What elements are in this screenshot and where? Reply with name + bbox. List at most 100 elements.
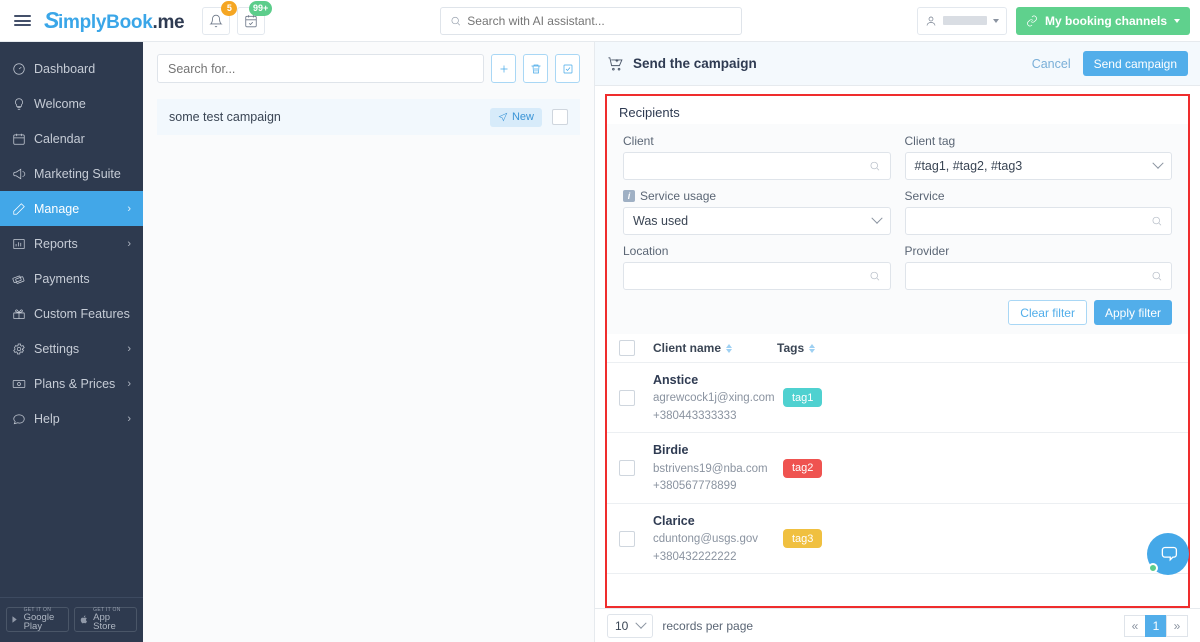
campaign-search-field[interactable] (168, 61, 473, 76)
filter-row-1: Client Client tag #tag1, #tag2, #tag3 (623, 134, 1172, 189)
delete-campaign-button[interactable] (523, 54, 548, 83)
calendar-icon (12, 132, 34, 146)
sidebar-label: Plans & Prices (34, 376, 116, 391)
sidebar-nav: Dashboard Welcome Calendar Marketing Sui… (0, 42, 143, 597)
bar-chart-icon (12, 237, 34, 251)
chat-widget-button[interactable] (1147, 533, 1189, 575)
service-usage-label-text: Service usage (640, 189, 717, 203)
logo-imply: imply (58, 12, 107, 33)
send-campaign-panel: Send the campaign Cancel Send campaign R… (595, 42, 1200, 642)
service-usage-select[interactable]: Was used (623, 207, 891, 235)
search-icon (451, 16, 461, 26)
sidebar-item-plans-prices[interactable]: Plans & Prices › (0, 366, 143, 401)
client-input[interactable] (623, 152, 891, 180)
hamburger-icon[interactable] (0, 13, 44, 29)
service-input[interactable] (904, 207, 1172, 235)
column-client-name-label: Client name (653, 341, 722, 355)
badge-store-name: App Store (93, 611, 116, 632)
logo[interactable]: Simply Book .me (44, 7, 185, 34)
sidebar-label: Settings (34, 341, 80, 356)
sidebar-item-manage[interactable]: Manage › (0, 191, 143, 226)
status-badge-label: New (511, 111, 534, 123)
chevron-down-icon (1152, 157, 1164, 169)
campaign-search-input[interactable] (157, 54, 484, 83)
table-row[interactable]: Clarice cduntong@usgs.gov +380432222222 … (607, 504, 1188, 575)
client-field[interactable] (633, 159, 870, 173)
row-checkbox[interactable] (619, 460, 635, 477)
bell-icon[interactable]: 5 (202, 0, 238, 35)
sort-icon[interactable] (809, 343, 816, 353)
add-campaign-button[interactable] (491, 54, 516, 83)
filter-row-2: i Service usage Was used Service (623, 189, 1172, 244)
cancel-button[interactable]: Cancel (1032, 57, 1071, 71)
sidebar-item-calendar[interactable]: Calendar (0, 121, 143, 156)
sidebar-item-marketing-suite[interactable]: Marketing Suite (0, 156, 143, 191)
sidebar-item-settings[interactable]: Settings › (0, 331, 143, 366)
records-per-page-select[interactable]: 10 (607, 613, 654, 638)
client-email: bstrivens19@nba.com (653, 462, 768, 475)
chevron-right-icon: › (127, 412, 131, 425)
table-row[interactable]: Anstice agrewcock1j@xing.com +3804433333… (607, 363, 1188, 434)
clear-filter-button[interactable]: Clear filter (1008, 300, 1087, 325)
table-row[interactable]: Birdie bstrivens19@nba.com +380567778899… (607, 433, 1188, 504)
app-store-badges: GET IT ON Google Play GET IT ON App Stor… (0, 597, 143, 642)
location-field[interactable] (633, 269, 870, 283)
column-tags[interactable]: Tags (777, 341, 816, 355)
app-store-text: GET IT ON App Store (93, 607, 132, 632)
client-label: Client (623, 134, 654, 148)
sidebar-label: Dashboard (34, 61, 96, 76)
pagination-page-1[interactable]: 1 (1145, 614, 1167, 637)
provider-filter-group: Provider (904, 244, 1172, 290)
chat-icon (12, 412, 34, 426)
campaign-row-checkbox[interactable] (552, 109, 568, 125)
select-all-checkbox[interactable] (619, 340, 635, 356)
sidebar-item-custom-features[interactable]: Custom Features (0, 296, 143, 331)
sidebar-item-dashboard[interactable]: Dashboard (0, 51, 143, 86)
client-tag-value: #tag1, #tag2, #tag3 (914, 159, 1023, 173)
sidebar-item-help[interactable]: Help › (0, 401, 143, 436)
pagination-next[interactable]: » (1166, 614, 1188, 637)
provider-field[interactable] (914, 269, 1151, 283)
client-filter-group: Client (623, 134, 891, 180)
my-booking-channels-button[interactable]: My booking channels (1015, 6, 1190, 35)
plus-icon (500, 65, 507, 72)
tags-cell: tag3 (777, 529, 823, 549)
user-menu[interactable] (916, 6, 1007, 35)
notification-count-badge: 5 (221, 0, 238, 16)
client-tag-select[interactable]: #tag1, #tag2, #tag3 (904, 152, 1172, 180)
sidebar-label: Reports (34, 236, 78, 251)
campaign-list-item[interactable]: some test campaign New (157, 99, 580, 135)
client-cell: Anstice agrewcock1j@xing.com +3804433333… (653, 363, 777, 432)
sidebar-item-welcome[interactable]: Welcome (0, 86, 143, 121)
sidebar-item-reports[interactable]: Reports › (0, 226, 143, 261)
row-checkbox-cell (619, 530, 653, 547)
service-field[interactable] (914, 214, 1151, 228)
pagination-prev[interactable]: « (1124, 614, 1146, 637)
sort-icon[interactable] (726, 343, 733, 353)
ai-search-field[interactable] (467, 14, 732, 28)
sidebar-item-payments[interactable]: Payments (0, 261, 143, 296)
row-checkbox-cell (619, 460, 653, 477)
row-checkbox[interactable] (619, 530, 635, 547)
row-checkbox[interactable] (619, 389, 635, 406)
location-input[interactable] (623, 262, 891, 290)
recipients-table: Client name Tags Anstice agrewcock1j@xin… (607, 334, 1188, 606)
column-client-name[interactable]: Client name (653, 341, 777, 355)
ai-search-input[interactable] (440, 7, 742, 35)
tags-cell: tag1 (777, 388, 823, 408)
send-campaign-button[interactable]: Send campaign (1082, 51, 1188, 76)
app-store-badge[interactable]: GET IT ON App Store (74, 607, 137, 632)
apply-filter-button[interactable]: Apply filter (1093, 300, 1172, 325)
location-label: Location (623, 244, 669, 258)
username-redacted (942, 16, 987, 25)
info-icon[interactable]: i (623, 190, 635, 202)
speedometer-icon (12, 62, 34, 76)
recipients-highlight-box: Recipients Client Client tag #tag1, #tag… (605, 94, 1190, 608)
tag-badge: tag2 (783, 458, 823, 478)
select-all-button[interactable] (555, 54, 580, 83)
google-play-badge[interactable]: GET IT ON Google Play (6, 607, 69, 632)
calendar-check-icon[interactable]: 99+ (237, 0, 273, 35)
sidebar-label: Marketing Suite (34, 166, 121, 181)
provider-input[interactable] (904, 262, 1172, 290)
chevron-right-icon: › (127, 202, 131, 215)
